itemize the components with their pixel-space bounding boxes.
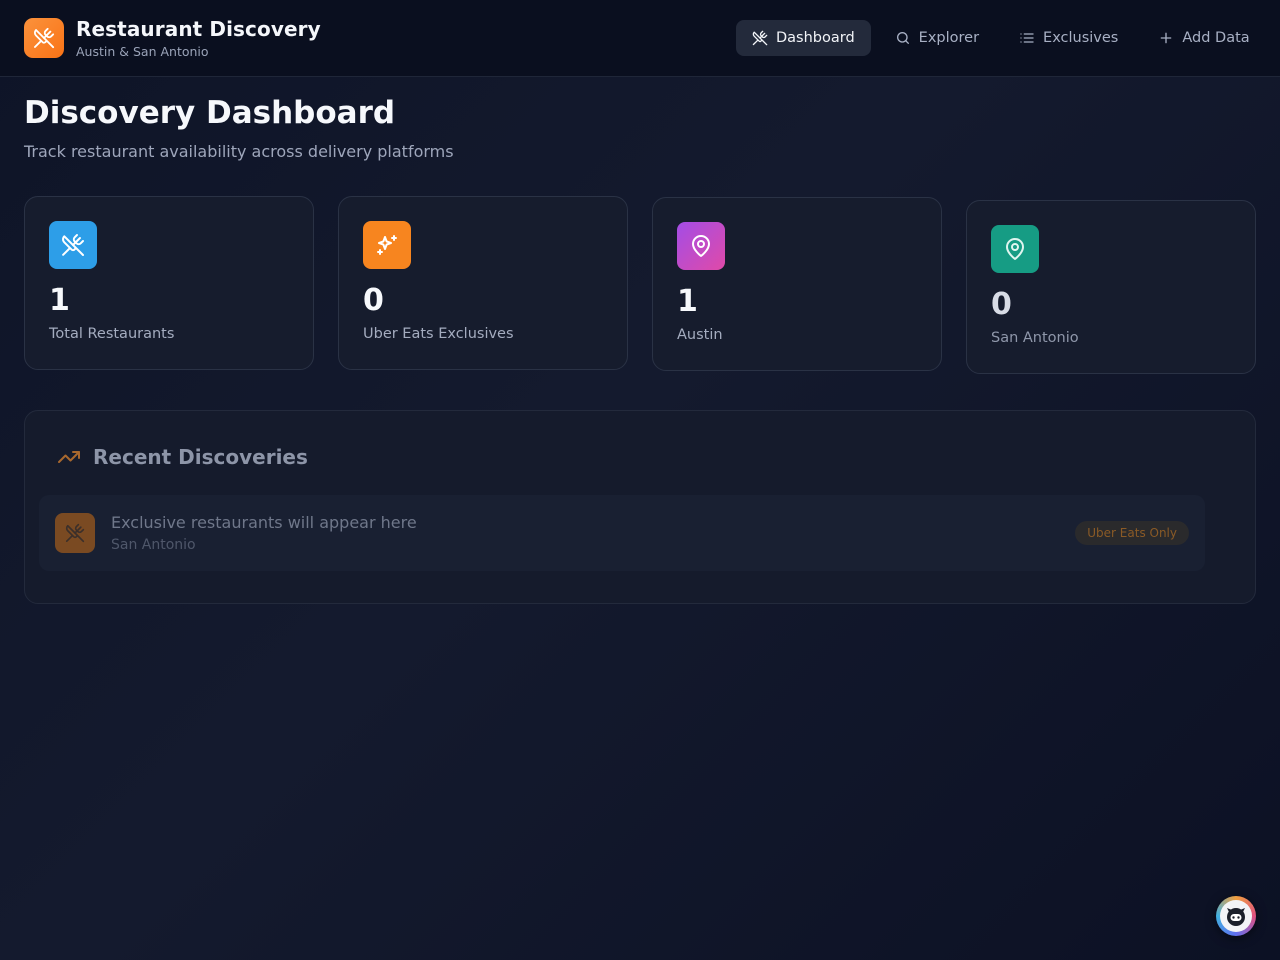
list-item-title: Exclusive restaurants will appear here [111,513,417,532]
stat-card-total-restaurants: 1 Total Restaurants [24,196,314,370]
stat-value: 1 [49,283,70,318]
robot-face-icon [1227,908,1245,926]
nav-add-data-label: Add Data [1182,30,1250,46]
app-logo[interactable] [24,18,64,58]
nav-dashboard[interactable]: Dashboard [736,20,871,56]
recent-discoveries-panel: Recent Discoveries Exclusive restaurants… [24,410,1256,604]
utensils-crossed-icon [65,523,85,543]
app-subtitle: Austin & San Antonio [76,44,209,59]
assistant-avatar-button[interactable] [1216,896,1256,936]
stat-card-austin: 1 Austin [652,197,942,371]
utensils-crossed-icon [62,234,84,256]
top-bar: Restaurant Discovery Austin & San Antoni… [0,0,1280,77]
page-title: Discovery Dashboard [24,95,396,131]
stat-label: Austin [677,327,723,343]
utensils-crossed-icon [752,30,768,46]
nav-explorer[interactable]: Explorer [879,20,995,56]
search-icon [896,32,909,44]
avatar [1220,900,1252,932]
nav-add-data[interactable]: Add Data [1142,20,1265,56]
stat-value: 1 [677,284,698,319]
page-subtitle: Track restaurant availability across del… [24,142,454,161]
list-icon [1020,33,1034,43]
stat-card-san-antonio: 0 San Antonio [966,200,1256,374]
sparkles-icon [377,235,397,255]
stat-icon-box [677,222,725,270]
plus-icon [1161,32,1172,44]
stat-card-uber-eats-exclusives: 0 Uber Eats Exclusives [338,196,628,370]
stat-icon-box [363,221,411,269]
stat-label: San Antonio [991,330,1079,346]
stat-label: Uber Eats Exclusives [363,326,514,342]
list-item[interactable]: Exclusive restaurants will appear here S… [39,495,1205,571]
map-pin-icon [692,235,710,257]
app-title: Restaurant Discovery [76,17,321,41]
status-badge: Uber Eats Only [1075,521,1189,545]
stat-icon-box [991,225,1039,273]
map-pin-icon [1006,238,1024,260]
stat-value: 0 [363,283,384,318]
stat-value: 0 [991,287,1012,322]
trending-up-icon [58,451,80,463]
list-item-icon-box [55,513,95,553]
main-nav: Dashboard Explorer Exclusives Add Data [736,20,1274,56]
nav-explorer-label: Explorer [918,30,980,46]
stat-label: Total Restaurants [49,326,175,342]
utensils-crossed-icon [33,27,55,49]
list-item-location: San Antonio [111,537,196,553]
recent-discoveries-title: Recent Discoveries [93,445,308,469]
nav-exclusives-label: Exclusives [1043,30,1119,46]
stat-icon-box [49,221,97,269]
nav-dashboard-label: Dashboard [776,30,855,46]
recent-discoveries-header: Recent Discoveries [57,445,308,469]
nav-exclusives[interactable]: Exclusives [1003,20,1134,56]
